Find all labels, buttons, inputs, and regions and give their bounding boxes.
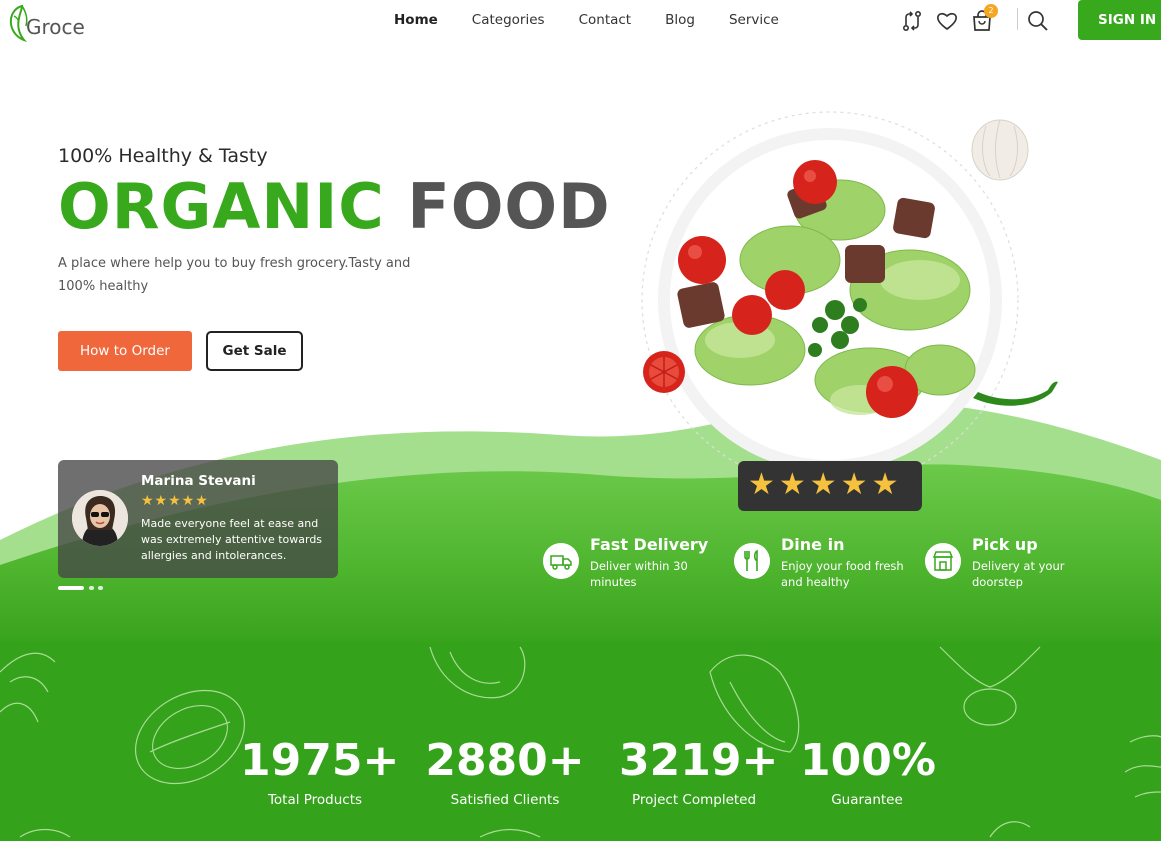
hero-title-green: ORGANIC bbox=[58, 170, 385, 243]
nav-contact[interactable]: Contact bbox=[579, 12, 632, 28]
feature-fast-delivery: Fast Delivery Deliver within 30 minutes bbox=[543, 535, 723, 595]
carousel-dot[interactable] bbox=[89, 586, 94, 590]
stat-value: 1975+ bbox=[240, 735, 400, 786]
stat-label: Project Completed bbox=[631, 792, 757, 808]
hero-title-dark: FOOD bbox=[407, 170, 611, 243]
nav-blog[interactable]: Blog bbox=[665, 12, 695, 28]
top-navbar: Groce Home Categories Contact Blog Servi… bbox=[0, 0, 1161, 46]
testimonial-text: Made everyone feel at ease and was extre… bbox=[141, 517, 323, 562]
compare-icon[interactable] bbox=[900, 9, 924, 33]
how-to-order-button[interactable]: How to Order bbox=[58, 331, 192, 371]
rating-stars: ★★★★★ bbox=[748, 467, 903, 502]
rating-badge: ★★★★★ bbox=[738, 461, 922, 511]
reviewer-name: Marina Stevani bbox=[141, 473, 256, 489]
stat-value: 100% bbox=[800, 735, 936, 786]
main-menu: Home Categories Contact Blog Service bbox=[394, 12, 813, 28]
cart-count-badge: 2 bbox=[984, 4, 998, 18]
feature-title: Fast Delivery bbox=[590, 535, 709, 554]
heart-icon[interactable] bbox=[935, 9, 959, 33]
nav-home[interactable]: Home bbox=[394, 12, 438, 28]
reviewer-portrait-icon bbox=[72, 490, 128, 546]
store-icon bbox=[925, 543, 961, 579]
stat-value: 2880+ bbox=[425, 735, 585, 786]
stat-project-completed: 3219+ Project Completed bbox=[619, 735, 779, 808]
salad-plate-image bbox=[641, 111, 1058, 470]
get-sale-button[interactable]: Get Sale bbox=[206, 331, 303, 371]
avatar bbox=[72, 490, 128, 546]
truck-icon bbox=[543, 543, 579, 579]
stat-total-products: 1975+ Total Products bbox=[240, 735, 400, 808]
feature-pick-up: Pick up Delivery at your doorstep bbox=[925, 535, 1105, 595]
cart-button[interactable]: 2 bbox=[970, 4, 998, 33]
feature-title: Pick up bbox=[972, 535, 1038, 554]
hero-subtitle: 100% Healthy & Tasty bbox=[58, 145, 268, 167]
feature-desc: Delivery at your doorstep bbox=[972, 559, 1065, 589]
feature-title: Dine in bbox=[781, 535, 845, 554]
stat-label: Satisfied Clients bbox=[450, 792, 560, 808]
brand-logo[interactable]: Groce bbox=[8, 2, 98, 42]
hero-description: A place where help you to buy fresh groc… bbox=[58, 256, 411, 294]
testimonial-card: Marina Stevani ★★★★★ Made everyone feel … bbox=[58, 460, 338, 578]
sign-in-button[interactable]: SIGN IN bbox=[1078, 0, 1161, 40]
stat-satisfied-clients: 2880+ Satisfied Clients bbox=[425, 735, 585, 808]
header-divider bbox=[1017, 8, 1018, 30]
stat-guarantee: 100% Guarantee bbox=[800, 735, 936, 808]
hero-title: ORGANIC FOOD bbox=[58, 170, 611, 243]
brand-name: Groce bbox=[26, 15, 85, 39]
stat-value: 3219+ bbox=[619, 735, 779, 786]
carousel-dot-active[interactable] bbox=[58, 586, 84, 590]
cutlery-icon bbox=[734, 543, 770, 579]
stat-label: Total Products bbox=[267, 792, 363, 808]
carousel-dot[interactable] bbox=[98, 586, 103, 590]
search-icon[interactable] bbox=[1026, 9, 1050, 33]
feature-desc: Deliver within 30 minutes bbox=[590, 559, 688, 589]
feature-desc: Enjoy your food fresh and healthy bbox=[781, 559, 904, 589]
nav-service[interactable]: Service bbox=[729, 12, 779, 28]
nav-categories[interactable]: Categories bbox=[472, 12, 545, 28]
reviewer-stars: ★★★★★ bbox=[141, 493, 209, 509]
stat-label: Guarantee bbox=[831, 792, 903, 808]
carousel-dots bbox=[58, 585, 118, 591]
feature-dine-in: Dine in Enjoy your food fresh and health… bbox=[734, 535, 914, 595]
